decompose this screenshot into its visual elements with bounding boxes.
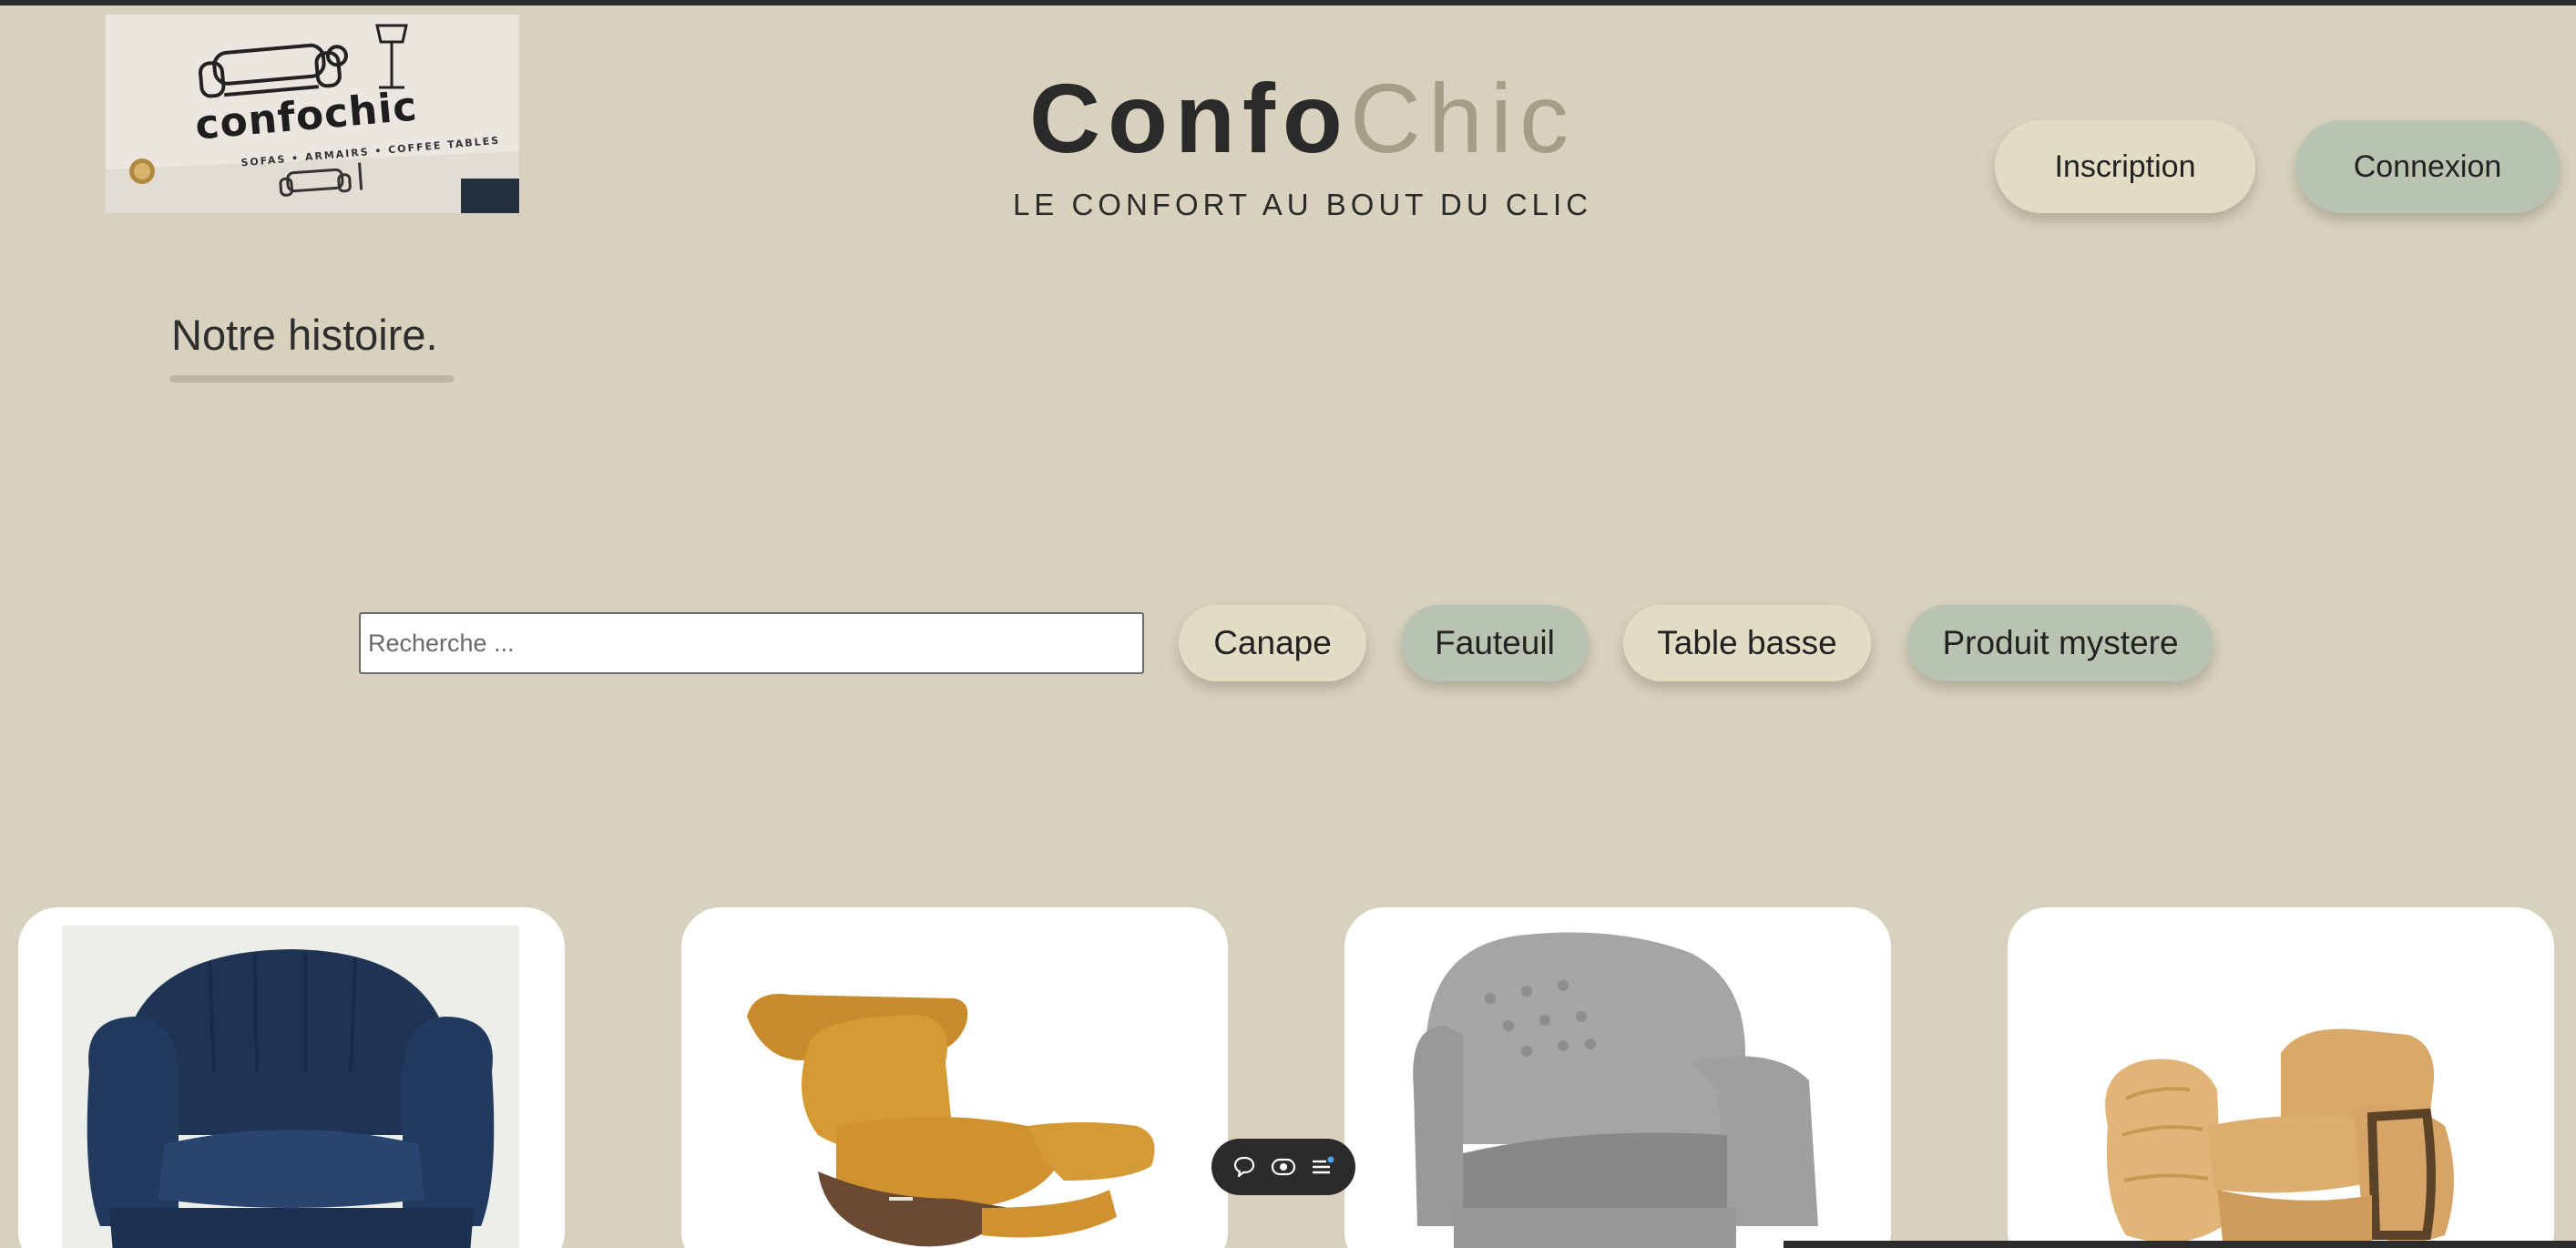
tan-ruched-armchair-image	[2008, 907, 2554, 1248]
bottom-edge-bar	[1784, 1241, 2576, 1248]
category-button-canape[interactable]: Canape	[1179, 605, 1366, 681]
product-card[interactable]	[2008, 907, 2554, 1248]
speech-bubble-icon[interactable]	[1231, 1153, 1258, 1181]
product-card[interactable]	[1344, 907, 1891, 1248]
brand-title-chic: Chic	[1349, 63, 1576, 173]
window-top-border	[0, 0, 2576, 5]
brand-subtitle: LE CONFORT AU BOUT DU CLIC	[1012, 188, 1593, 221]
floating-toolbar	[1211, 1139, 1355, 1195]
mustard-recliner-image	[681, 907, 1228, 1248]
connexion-button[interactable]: Connexion	[2295, 120, 2560, 213]
search-input[interactable]	[359, 612, 1144, 674]
category-button-fauteuil[interactable]: Fauteuil	[1401, 605, 1589, 681]
story-link-underline	[169, 375, 454, 383]
navy-armchair-image	[62, 926, 519, 1248]
notre-histoire-link[interactable]: Notre histoire.	[171, 310, 438, 369]
product-card[interactable]	[18, 907, 565, 1248]
category-button-produit-mystere[interactable]: Produit mystere	[1907, 605, 2213, 681]
list-menu-icon[interactable]	[1309, 1153, 1336, 1181]
product-card[interactable]	[681, 907, 1228, 1248]
category-button-table-basse[interactable]: Table basse	[1623, 605, 1871, 681]
brand-title-confo: Confo	[1029, 63, 1350, 173]
inscription-button[interactable]: Inscription	[1995, 120, 2255, 213]
site-logo[interactable]: confochic SOFAS • ARMAIRS • COFFEE TABLE…	[106, 15, 519, 213]
brand-title: ConfoChic	[966, 64, 1640, 173]
grey-armchair-image	[1344, 907, 1891, 1248]
eye-toggle-icon[interactable]	[1270, 1153, 1297, 1181]
